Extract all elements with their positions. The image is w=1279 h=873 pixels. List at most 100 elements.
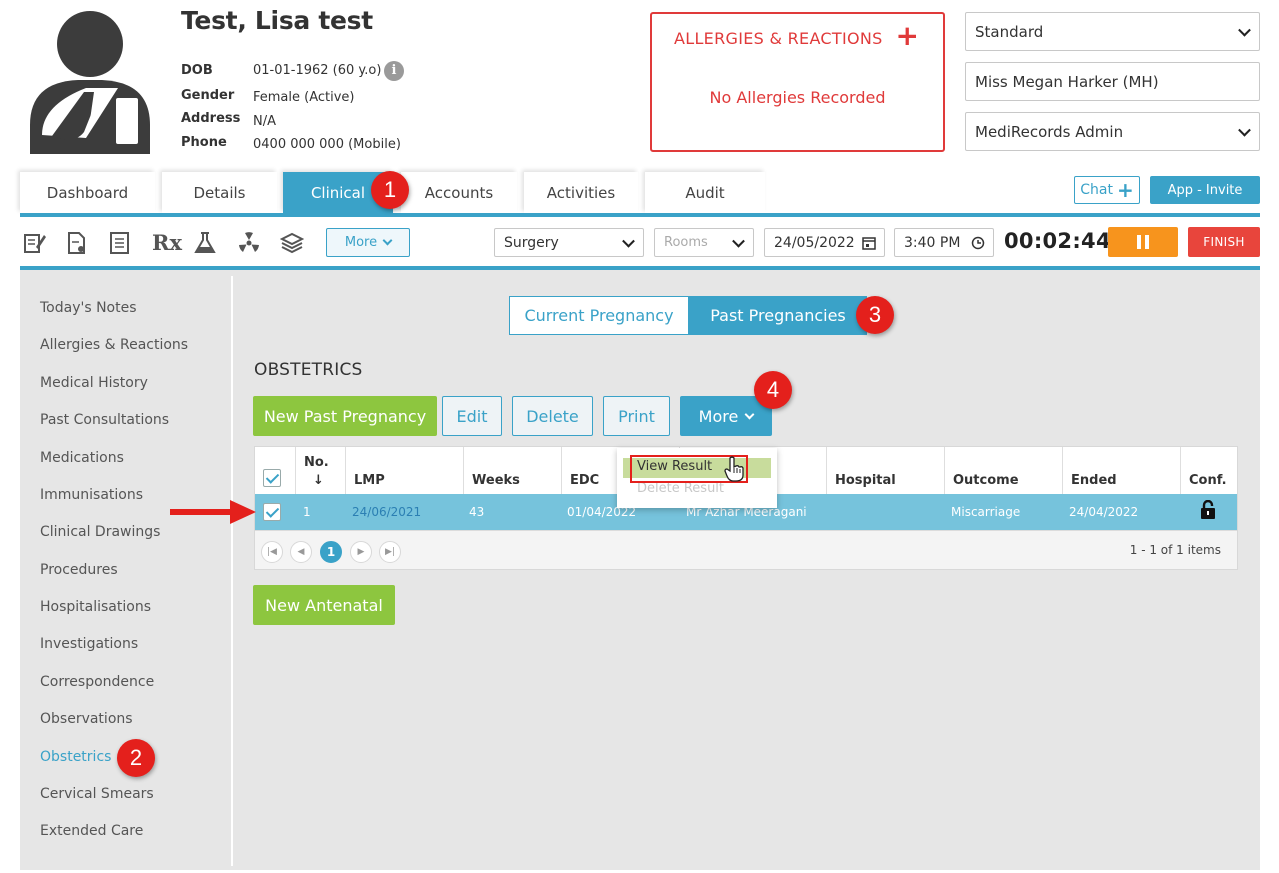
rooms-select[interactable]: Rooms xyxy=(654,228,754,257)
sidebar-item-allergies[interactable]: Allergies & Reactions xyxy=(40,337,188,353)
new-past-pregnancy-button[interactable]: New Past Pregnancy xyxy=(253,396,437,436)
delete-result-menu-item[interactable]: Delete Result xyxy=(637,481,724,496)
grid-pager: |◀ ◀ 1 ▶ ▶| 1 - 1 of 1 items xyxy=(255,530,1237,569)
radiation-icon[interactable] xyxy=(237,231,261,255)
checklist-icon[interactable] xyxy=(108,231,132,255)
allergies-panel: ALLERGIES & REACTIONS + No Allergies Rec… xyxy=(650,12,945,152)
view-select[interactable]: Standard xyxy=(965,12,1260,51)
sidebar-item-todays-notes[interactable]: Today's Notes xyxy=(40,300,137,316)
address-value: N/A xyxy=(253,114,276,129)
col-header-label: Outcome xyxy=(953,473,1019,488)
chevron-down-icon xyxy=(732,234,745,248)
patient-avatar-icon xyxy=(30,11,150,154)
sidebar-item-past-consultations[interactable]: Past Consultations xyxy=(40,412,169,428)
chat-label: Chat xyxy=(1080,182,1113,198)
pause-button[interactable] xyxy=(1108,227,1178,257)
sidebar-item-extended-care[interactable]: Extended Care xyxy=(40,823,143,839)
col-header-outcome[interactable]: Outcome xyxy=(944,447,1062,494)
practitioner-field[interactable]: Miss Megan Harker (MH) xyxy=(965,62,1260,101)
chevron-down-icon xyxy=(382,235,393,246)
date-field[interactable]: 24/05/2022 xyxy=(764,228,885,257)
sidebar-item-hospitalisations[interactable]: Hospitalisations xyxy=(40,599,151,615)
tab-details[interactable]: Details xyxy=(162,172,277,213)
stack-icon[interactable] xyxy=(280,231,304,255)
phone-value: 0400 000 000 (Mobile) xyxy=(253,137,401,152)
sidebar-item-medications[interactable]: Medications xyxy=(40,450,124,466)
chevron-down-icon xyxy=(622,234,635,248)
callout-badge-2: 2 xyxy=(117,739,155,777)
chevron-down-icon xyxy=(1238,123,1251,137)
cell-weeks: 43 xyxy=(469,505,485,519)
add-allergy-button[interactable]: + xyxy=(896,22,919,50)
dob-label: DOB xyxy=(181,63,213,78)
prescription-icon[interactable]: Rx xyxy=(152,231,182,255)
last-page-icon[interactable]: ▶| xyxy=(379,541,401,563)
past-pregnancies-toggle[interactable]: Past Pregnancies xyxy=(689,296,867,335)
main-area xyxy=(20,270,1260,870)
col-header-no[interactable]: No. ↓ xyxy=(295,447,345,494)
chat-button[interactable]: Chat + xyxy=(1074,176,1140,204)
cell-lmp-link[interactable]: 24/06/2021 xyxy=(352,494,421,530)
red-arrow-icon xyxy=(170,500,256,524)
select-all-checkbox[interactable] xyxy=(263,469,281,487)
phone-label: Phone xyxy=(181,135,227,150)
finish-button[interactable]: FINISH xyxy=(1188,227,1260,257)
role-select[interactable]: MediRecords Admin xyxy=(965,112,1260,151)
new-antenatal-button[interactable]: New Antenatal xyxy=(253,585,395,625)
location-select[interactable]: Surgery xyxy=(494,228,644,257)
col-header-hospital[interactable]: Hospital xyxy=(826,447,944,494)
sidebar-item-correspondence[interactable]: Correspondence xyxy=(40,674,154,690)
row-checkbox[interactable] xyxy=(263,503,281,521)
patient-name: Test, Lisa test xyxy=(181,6,373,35)
sidebar-item-cervical-smears[interactable]: Cervical Smears xyxy=(40,786,154,802)
col-header-weeks[interactable]: Weeks xyxy=(463,447,561,494)
callout-badge-3: 3 xyxy=(856,296,894,334)
next-page-icon[interactable]: ▶ xyxy=(350,541,372,563)
tab-label: Details xyxy=(193,183,246,202)
sidebar-divider xyxy=(231,276,233,866)
print-button[interactable]: Print xyxy=(603,396,670,436)
sidebar-item-obstetrics[interactable]: Obstetrics xyxy=(40,749,111,765)
edit-button[interactable]: Edit xyxy=(442,396,502,436)
location-value: Surgery xyxy=(504,234,559,251)
first-page-icon[interactable]: |◀ xyxy=(261,541,283,563)
callout-badge-4: 4 xyxy=(754,371,792,409)
info-icon[interactable]: i xyxy=(384,61,404,81)
col-header-label: Weeks xyxy=(472,473,520,488)
sidebar-item-procedures[interactable]: Procedures xyxy=(40,562,118,578)
time-field[interactable]: 3:40 PM xyxy=(894,228,994,257)
tab-accounts[interactable]: Accounts xyxy=(401,172,517,213)
dob-value: 01-01-1962 (60 y.o) xyxy=(253,63,382,78)
sidebar-item-investigations[interactable]: Investigations xyxy=(40,636,138,652)
sidebar-item-medical-history[interactable]: Medical History xyxy=(40,375,148,391)
col-header-label: Hospital xyxy=(835,473,896,488)
sidebar-item-observations[interactable]: Observations xyxy=(40,711,133,727)
col-header-lmp[interactable]: LMP xyxy=(345,447,463,494)
tab-dashboard[interactable]: Dashboard xyxy=(20,172,155,213)
allergies-status: No Allergies Recorded xyxy=(709,88,886,107)
tab-audit[interactable]: Audit xyxy=(645,172,765,213)
col-header-ended[interactable]: Ended xyxy=(1062,447,1180,494)
role-select-value: MediRecords Admin xyxy=(975,122,1124,141)
delete-button[interactable]: Delete xyxy=(512,396,593,436)
more-label: More xyxy=(698,406,739,426)
practitioner-value: Miss Megan Harker (MH) xyxy=(975,72,1159,91)
document-icon[interactable] xyxy=(65,231,89,255)
col-header-label: Ended xyxy=(1071,473,1117,488)
sidebar-item-clinical-drawings[interactable]: Clinical Drawings xyxy=(40,524,160,540)
tab-activities[interactable]: Activities xyxy=(524,172,638,213)
col-header-conf[interactable]: Conf. xyxy=(1180,447,1237,494)
prev-page-icon[interactable]: ◀ xyxy=(290,541,312,563)
notes-icon[interactable] xyxy=(22,231,46,255)
app-invite-button[interactable]: App - Invite xyxy=(1150,176,1260,204)
clock-icon[interactable] xyxy=(971,236,985,250)
page-number-current[interactable]: 1 xyxy=(320,541,342,563)
current-pregnancy-toggle[interactable]: Current Pregnancy xyxy=(509,296,689,335)
lab-flask-icon[interactable] xyxy=(193,231,217,255)
tab-label: Dashboard xyxy=(46,183,129,202)
toolbar-more-button[interactable]: More xyxy=(326,228,410,257)
sidebar-item-immunisations[interactable]: Immunisations xyxy=(40,487,143,503)
unlocked-padlock-icon[interactable] xyxy=(1200,500,1216,519)
cell-ended: 24/04/2022 xyxy=(1069,505,1139,519)
calendar-icon[interactable] xyxy=(862,236,876,250)
